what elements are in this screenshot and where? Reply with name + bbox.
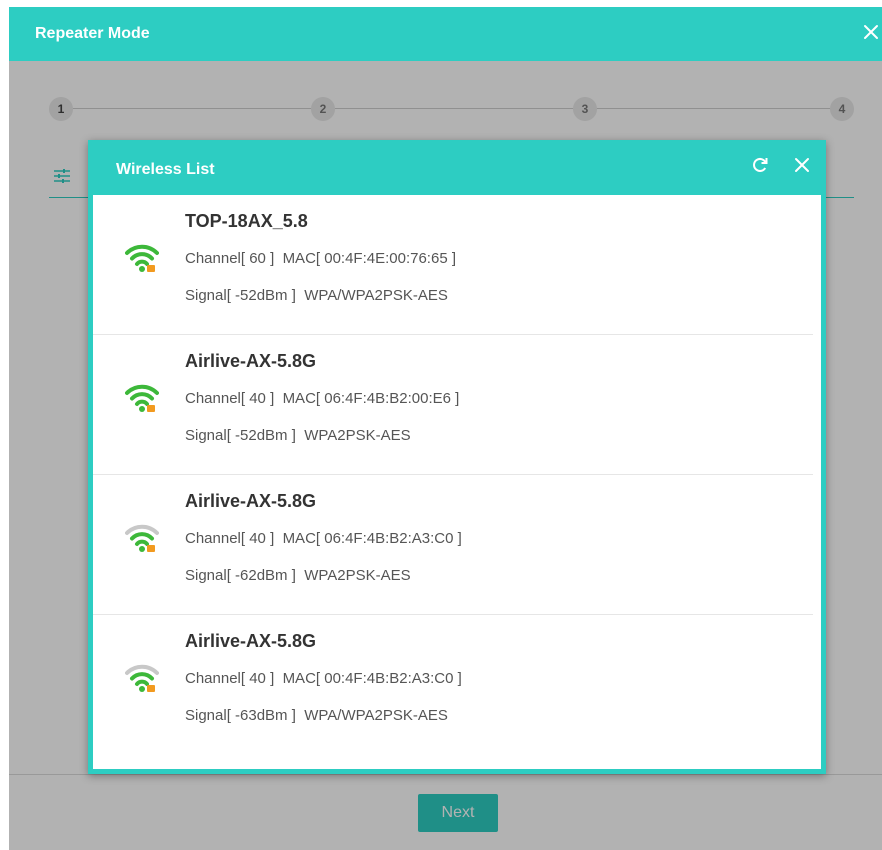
dialog-title: Repeater Mode: [35, 25, 150, 42]
close-icon[interactable]: [860, 21, 882, 43]
network-channel-mac: Channel[ 40 ] MAC[ 06:4F:4B:B2:00:E6 ]: [185, 390, 460, 407]
network-signal-security: Signal[ -63dBm ] WPA/WPA2PSK-AES: [185, 707, 448, 724]
network-ssid: Airlive-AX-5.8G: [185, 351, 317, 371]
network-ssid: TOP-18AX_5.8: [185, 211, 308, 231]
network-ssid: Airlive-AX-5.8G: [185, 491, 317, 511]
network-item[interactable]: Airlive-AX-5.8G Channel[ 40 ] MAC[ 06:4F…: [93, 475, 813, 615]
wifi-lock-icon: [125, 524, 159, 552]
close-icon[interactable]: [790, 153, 814, 177]
refresh-icon[interactable]: [748, 153, 772, 177]
network-signal-security: Signal[ -62dBm ] WPA2PSK-AES: [185, 567, 411, 584]
network-item[interactable]: Airlive-AX-5.8G Channel[ 40 ] MAC[ 06:4F…: [93, 335, 813, 475]
wifi-lock-icon: [125, 384, 159, 412]
wifi-lock-icon: [125, 244, 159, 272]
wifi-lock-icon: [125, 664, 159, 692]
network-channel-mac: Channel[ 60 ] MAC[ 00:4F:4E:00:76:65 ]: [185, 250, 456, 267]
network-channel-mac: Channel[ 40 ] MAC[ 06:4F:4B:B2:A3:C0 ]: [185, 530, 462, 547]
wireless-list-modal: Wireless List TOP-18AX_5.8 Channel[ 60 ]…: [88, 140, 826, 774]
network-channel-mac: Channel[ 40 ] MAC[ 00:4F:4B:B2:A3:C0 ]: [185, 670, 462, 687]
network-item[interactable]: TOP-18AX_5.8 Channel[ 60 ] MAC[ 00:4F:4E…: [93, 195, 813, 335]
network-ssid: Airlive-AX-5.8G: [185, 631, 317, 651]
network-signal-security: Signal[ -52dBm ] WPA/WPA2PSK-AES: [185, 287, 448, 304]
network-signal-security: Signal[ -52dBm ] WPA2PSK-AES: [185, 427, 411, 444]
modal-title: Wireless List: [116, 161, 215, 178]
dialog-header: Repeater Mode: [9, 7, 882, 61]
wireless-list: TOP-18AX_5.8 Channel[ 60 ] MAC[ 00:4F:4E…: [93, 195, 821, 769]
network-item[interactable]: Airlive-AX-5.8G Channel[ 40 ] MAC[ 00:4F…: [93, 615, 813, 755]
